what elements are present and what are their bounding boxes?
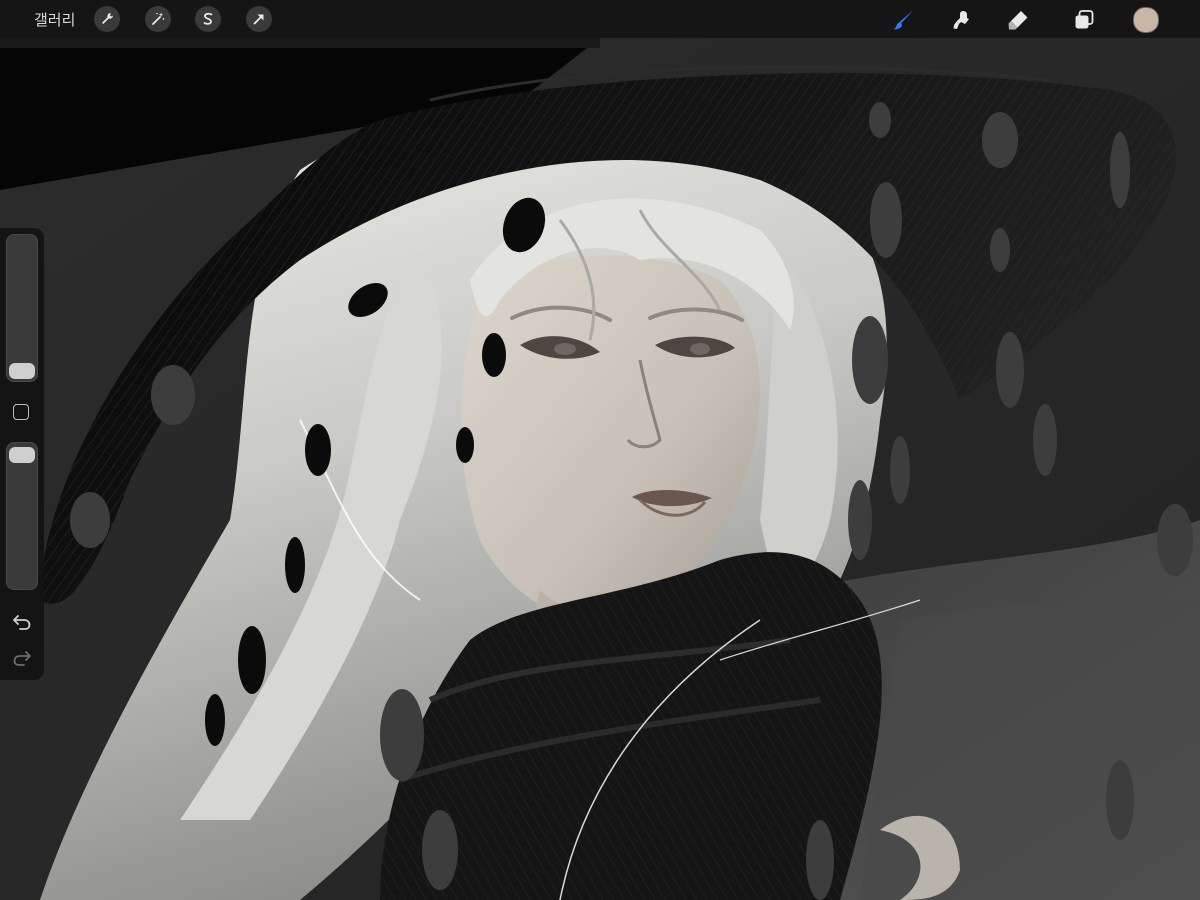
brush-size-thumb[interactable]: [9, 363, 35, 379]
smudge-tool-button[interactable]: [948, 6, 976, 34]
brush-tool-button[interactable]: [890, 6, 918, 34]
top-toolbar: 갤러리: [0, 0, 1200, 38]
layers-button[interactable]: [1070, 6, 1098, 34]
drawing-canvas[interactable]: [0, 38, 1200, 900]
modify-button[interactable]: [13, 404, 29, 420]
layers-icon: [1075, 10, 1094, 29]
gallery-button[interactable]: 갤러리: [34, 9, 75, 30]
brush-size-slider[interactable]: [6, 234, 38, 382]
smudge-icon: [953, 11, 969, 29]
adjustments-button[interactable]: [145, 6, 171, 32]
left-sidebar: [0, 228, 44, 680]
eraser-tool-button[interactable]: [1004, 6, 1032, 34]
actions-button[interactable]: [94, 6, 120, 32]
redo-icon[interactable]: [11, 646, 33, 668]
undo-icon[interactable]: [11, 610, 33, 632]
selection-button[interactable]: [195, 6, 221, 32]
brush-icon: [893, 10, 913, 30]
selection-s-icon: [203, 12, 213, 25]
opacity-slider[interactable]: [6, 442, 38, 590]
magic-wand-icon: [152, 12, 165, 25]
artwork: [0, 38, 1200, 900]
eraser-icon: [1008, 11, 1028, 30]
transform-arrow-icon: [253, 14, 264, 25]
wrench-icon: [102, 13, 113, 24]
color-picker-swatch[interactable]: [1133, 7, 1159, 33]
opacity-thumb[interactable]: [9, 447, 35, 463]
transform-button[interactable]: [246, 6, 272, 32]
